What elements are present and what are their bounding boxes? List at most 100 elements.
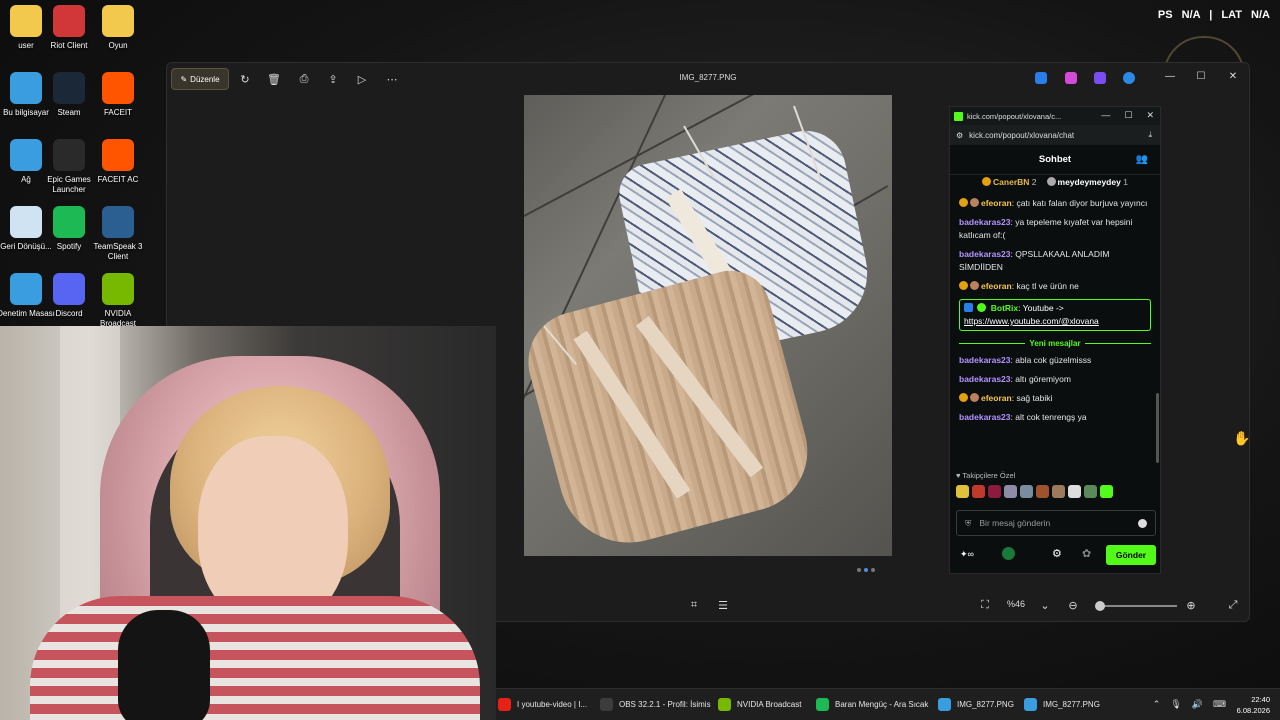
taskbar-item[interactable]: IMG_8277.PNG [1024,698,1100,711]
chat-scrollbar[interactable] [1156,393,1159,463]
desktop-icon-label: FACEIT [103,108,132,117]
chevron-up-icon[interactable]: ⌃ [1153,699,1161,710]
carousel-dot-active [864,568,868,572]
clipchamp-icon[interactable] [1094,72,1106,84]
zoom-out-icon[interactable]: ⊖ [1065,597,1081,613]
lat-value: N/A [1251,9,1270,21]
onedrive-icon[interactable] [1123,72,1135,84]
chat-username[interactable]: badekaras23 [959,374,1011,384]
chat-message-input[interactable]: ⛨ Bir mesaj gönderin [956,510,1156,536]
faceit-icon [102,72,134,104]
emote-icon[interactable] [1020,485,1033,498]
send-button[interactable]: Gönder [1106,545,1156,565]
followers-only-label: ♥ Takipçilere Özel [956,471,1016,480]
bot-text: Youtube -> [1022,303,1064,313]
settings-gear-icon[interactable]: ⚙ [1052,547,1062,560]
desktop-icon[interactable]: TeamSpeak 3 Client [86,206,150,262]
fullscreen-icon[interactable]: ⤢ [1225,597,1241,613]
chat-text: altı göremiyom [1015,374,1071,384]
hud-separator: | [1209,9,1213,21]
crop-icon[interactable]: ⌗ [686,597,702,613]
carousel-dots [857,568,875,572]
close-icon[interactable]: ✕ [1146,110,1154,121]
emote-icon[interactable] [972,485,985,498]
emote-icon[interactable] [956,485,969,498]
emote-icon[interactable] [1100,485,1113,498]
desktop-icon-label: user [18,41,34,50]
chat-username[interactable]: badekaras23 [959,412,1011,422]
fit-icon[interactable]: ⛶ [977,597,993,613]
paint-icon[interactable] [1035,72,1047,84]
emoji-icon[interactable] [1138,518,1147,528]
chat-username[interactable]: efeoran [981,198,1012,208]
mouse-cursor-icon: ✋ [1233,430,1251,446]
desktop-icon[interactable]: FACEIT [86,72,150,118]
steam-icon [53,72,85,104]
taskbar-item[interactable]: I youtube-video | I... [498,698,587,711]
chat-username[interactable]: efeoran [981,281,1012,291]
copilot-icon[interactable] [1065,72,1077,84]
desktop-icon-label: Riot Client [50,41,88,50]
zoom-in-icon[interactable]: ⊕ [1183,597,1199,613]
taskbar-item[interactable]: OBS 32.2.1 - Profil: İsimis [600,698,711,711]
sub-badge-icon [959,198,968,207]
zoom-slider-handle[interactable] [1095,601,1105,611]
kick-points-icon[interactable] [1002,547,1015,560]
emote-icon[interactable] [988,485,1001,498]
taskbar-item-label: OBS 32.2.1 - Profil: İsimis [619,700,711,709]
desktop-icon-label: FACEIT AC [97,175,139,184]
url-bar[interactable]: ⚙ kick.com/popout/xlovana/chat ⤓ [950,125,1160,145]
chat-message: badekaras23: ya tepeleme kıyafet var hep… [959,216,1151,242]
youtube-link[interactable]: https://www.youtube.com/@xlovana [964,316,1099,326]
zoom-level[interactable]: %46 [1007,599,1025,609]
zoom-slider[interactable] [1097,605,1177,607]
chevron-down-icon[interactable]: ⌄ [1037,597,1053,613]
keyboard-layout-icon[interactable]: ⌨ [1213,699,1226,710]
sub-badge-icon [959,281,968,290]
bot-message: BotRix: Youtube -> https://www.youtube.c… [959,299,1151,331]
verified-badge-icon [977,303,987,312]
epic-games-icon [53,139,85,171]
gifter-2[interactable]: meydeymeydey 1 [1046,177,1128,187]
chat-username[interactable]: badekaras23 [959,355,1011,365]
minimize-icon[interactable]: — [1162,71,1178,82]
site-settings-icon[interactable]: ⚙ [956,131,963,140]
gifter-1[interactable]: CanerBN 2 [982,177,1037,187]
emote-icon[interactable] [1004,485,1017,498]
taskbar-item[interactable]: IMG_8277.PNG [938,698,1014,711]
desktop-icon[interactable]: FACEIT AC [86,139,150,185]
desktop-icon[interactable]: Oyun [86,5,150,51]
chat-username[interactable]: efeoran [981,393,1012,403]
download-icon[interactable]: ⤓ [1148,130,1152,140]
folder-icon [102,5,134,37]
taskbar-item-label: IMG_8277.PNG [1043,700,1100,709]
heart-badge-icon [970,393,979,402]
emote-icon[interactable] [1036,485,1049,498]
chat-username[interactable]: badekaras23 [959,249,1011,259]
lat-label: LAT [1221,9,1242,21]
emote-icon[interactable] [1084,485,1097,498]
minimize-icon[interactable]: — [1101,110,1110,121]
taskbar-item-label: NVIDIA Broadcast [737,700,802,709]
clock[interactable]: 22:40 6.08.2026 [1237,694,1270,716]
extensions-icon[interactable]: ✿ [1082,547,1091,560]
volume-icon[interactable]: 🔊 [1192,699,1203,710]
taskbar-item[interactable]: Baran Mengüç - Ara Sıcak [816,698,928,711]
infinity-points-icon[interactable]: ✦∞ [960,549,974,560]
microphone-icon[interactable]: 🎙 [1170,699,1181,710]
desktop-icon[interactable]: NVIDIA Broadcast [86,273,150,329]
taskbar-item[interactable]: NVIDIA Broadcast [718,698,801,711]
gifter-badge-icon [982,177,992,186]
adjust-icon[interactable]: ☰ [715,597,731,613]
maximize-icon[interactable]: ☐ [1124,110,1132,121]
users-icon[interactable]: 👥 [1136,154,1148,165]
emote-icon[interactable] [1068,485,1081,498]
clock-time: 22:40 [1251,695,1270,704]
clock-date: 6.08.2026 [1236,706,1270,715]
emote-icon[interactable] [1052,485,1065,498]
close-icon[interactable]: ✕ [1225,71,1241,82]
bot-username[interactable]: BotRix [991,303,1018,313]
chat-username[interactable]: badekaras23 [959,217,1011,227]
discord-icon [53,273,85,305]
maximize-icon[interactable]: ☐ [1193,71,1209,82]
